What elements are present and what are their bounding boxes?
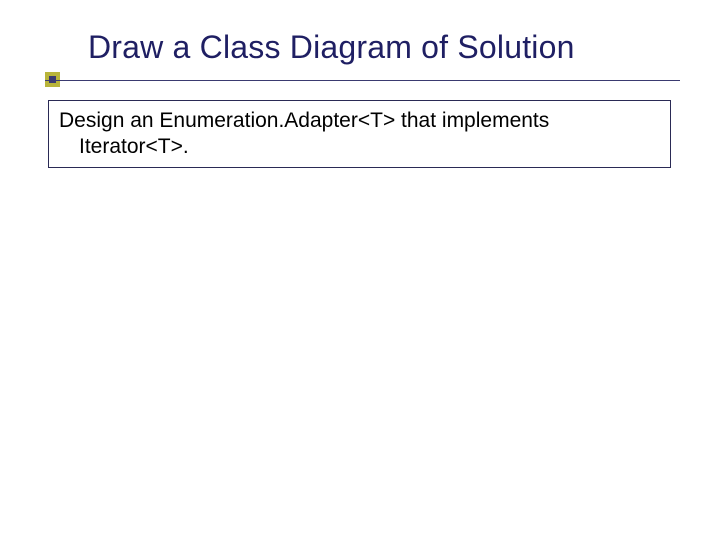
body-text: Design an Enumeration.Adapter<T> that im… [59,108,660,159]
body-line-1: Design an Enumeration.Adapter<T> that im… [59,109,549,132]
body-line-2: Iterator<T>. [59,134,660,160]
title-underline [45,80,680,81]
slide-title: Draw a Class Diagram of Solution [88,30,668,65]
slide: Draw a Class Diagram of Solution Design … [0,0,720,540]
body-box: Design an Enumeration.Adapter<T> that im… [48,100,671,168]
title-area: Draw a Class Diagram of Solution [88,30,668,65]
